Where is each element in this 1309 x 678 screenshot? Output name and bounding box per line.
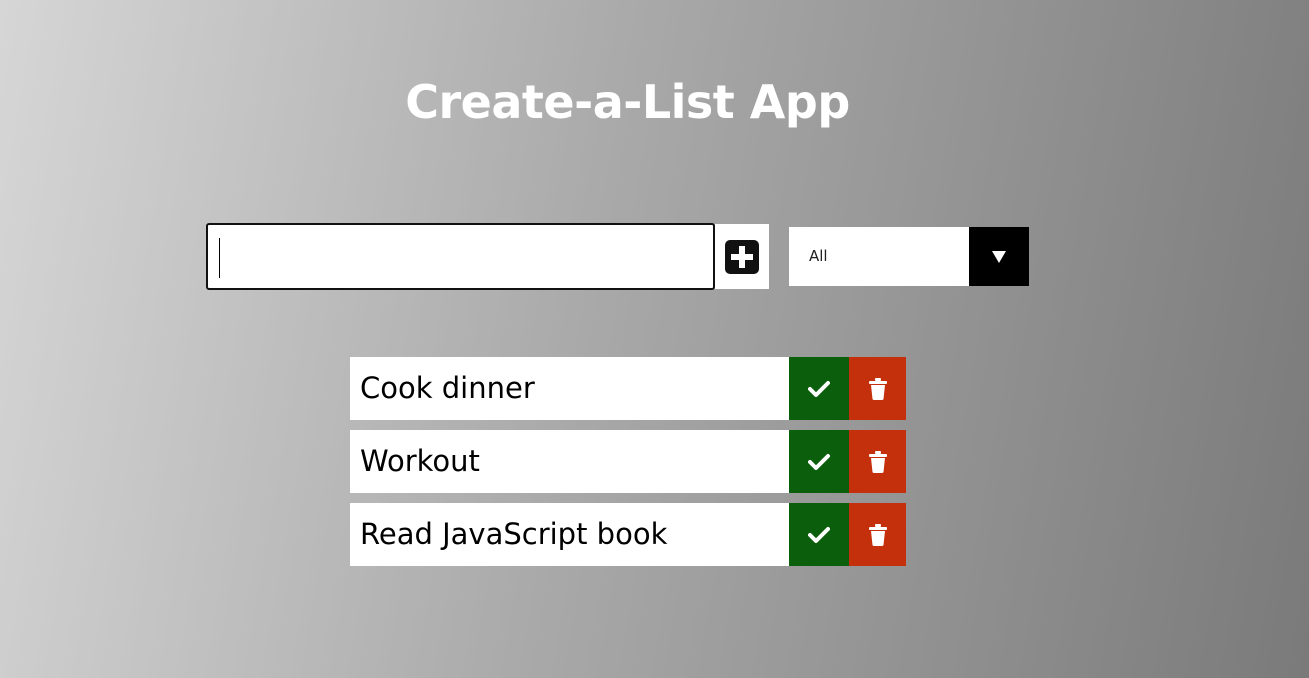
text-cursor	[219, 238, 220, 278]
filter-selected-value: All	[809, 247, 828, 265]
check-icon	[808, 380, 830, 397]
complete-button[interactable]	[789, 357, 849, 420]
todo-form: All	[206, 223, 1029, 290]
filter-select[interactable]: All	[789, 227, 1029, 286]
trash-button[interactable]	[849, 357, 906, 420]
todo-text: Cook dinner	[360, 371, 535, 405]
caret-down-icon	[992, 250, 1006, 263]
add-todo-button[interactable]	[715, 224, 769, 289]
trash-button[interactable]	[849, 430, 906, 493]
filter-arrow[interactable]	[969, 227, 1029, 286]
todo-item: Read JavaScript book	[350, 503, 906, 566]
trash-icon	[868, 377, 887, 400]
todo-input[interactable]	[206, 223, 715, 290]
todo-item: Workout	[350, 430, 906, 493]
check-icon	[808, 453, 830, 470]
plus-square-icon	[725, 239, 759, 274]
todo-text: Read JavaScript book	[360, 517, 668, 551]
todo-list: Cook dinner Workout Read JavaScript book	[350, 357, 906, 576]
complete-button[interactable]	[789, 430, 849, 493]
todo-text: Workout	[360, 444, 480, 478]
page-title: Create-a-List App	[405, 74, 850, 129]
complete-button[interactable]	[789, 503, 849, 566]
todo-item: Cook dinner	[350, 357, 906, 420]
trash-button[interactable]	[849, 503, 906, 566]
trash-icon	[868, 450, 887, 473]
trash-icon	[868, 523, 887, 546]
check-icon	[808, 526, 830, 543]
